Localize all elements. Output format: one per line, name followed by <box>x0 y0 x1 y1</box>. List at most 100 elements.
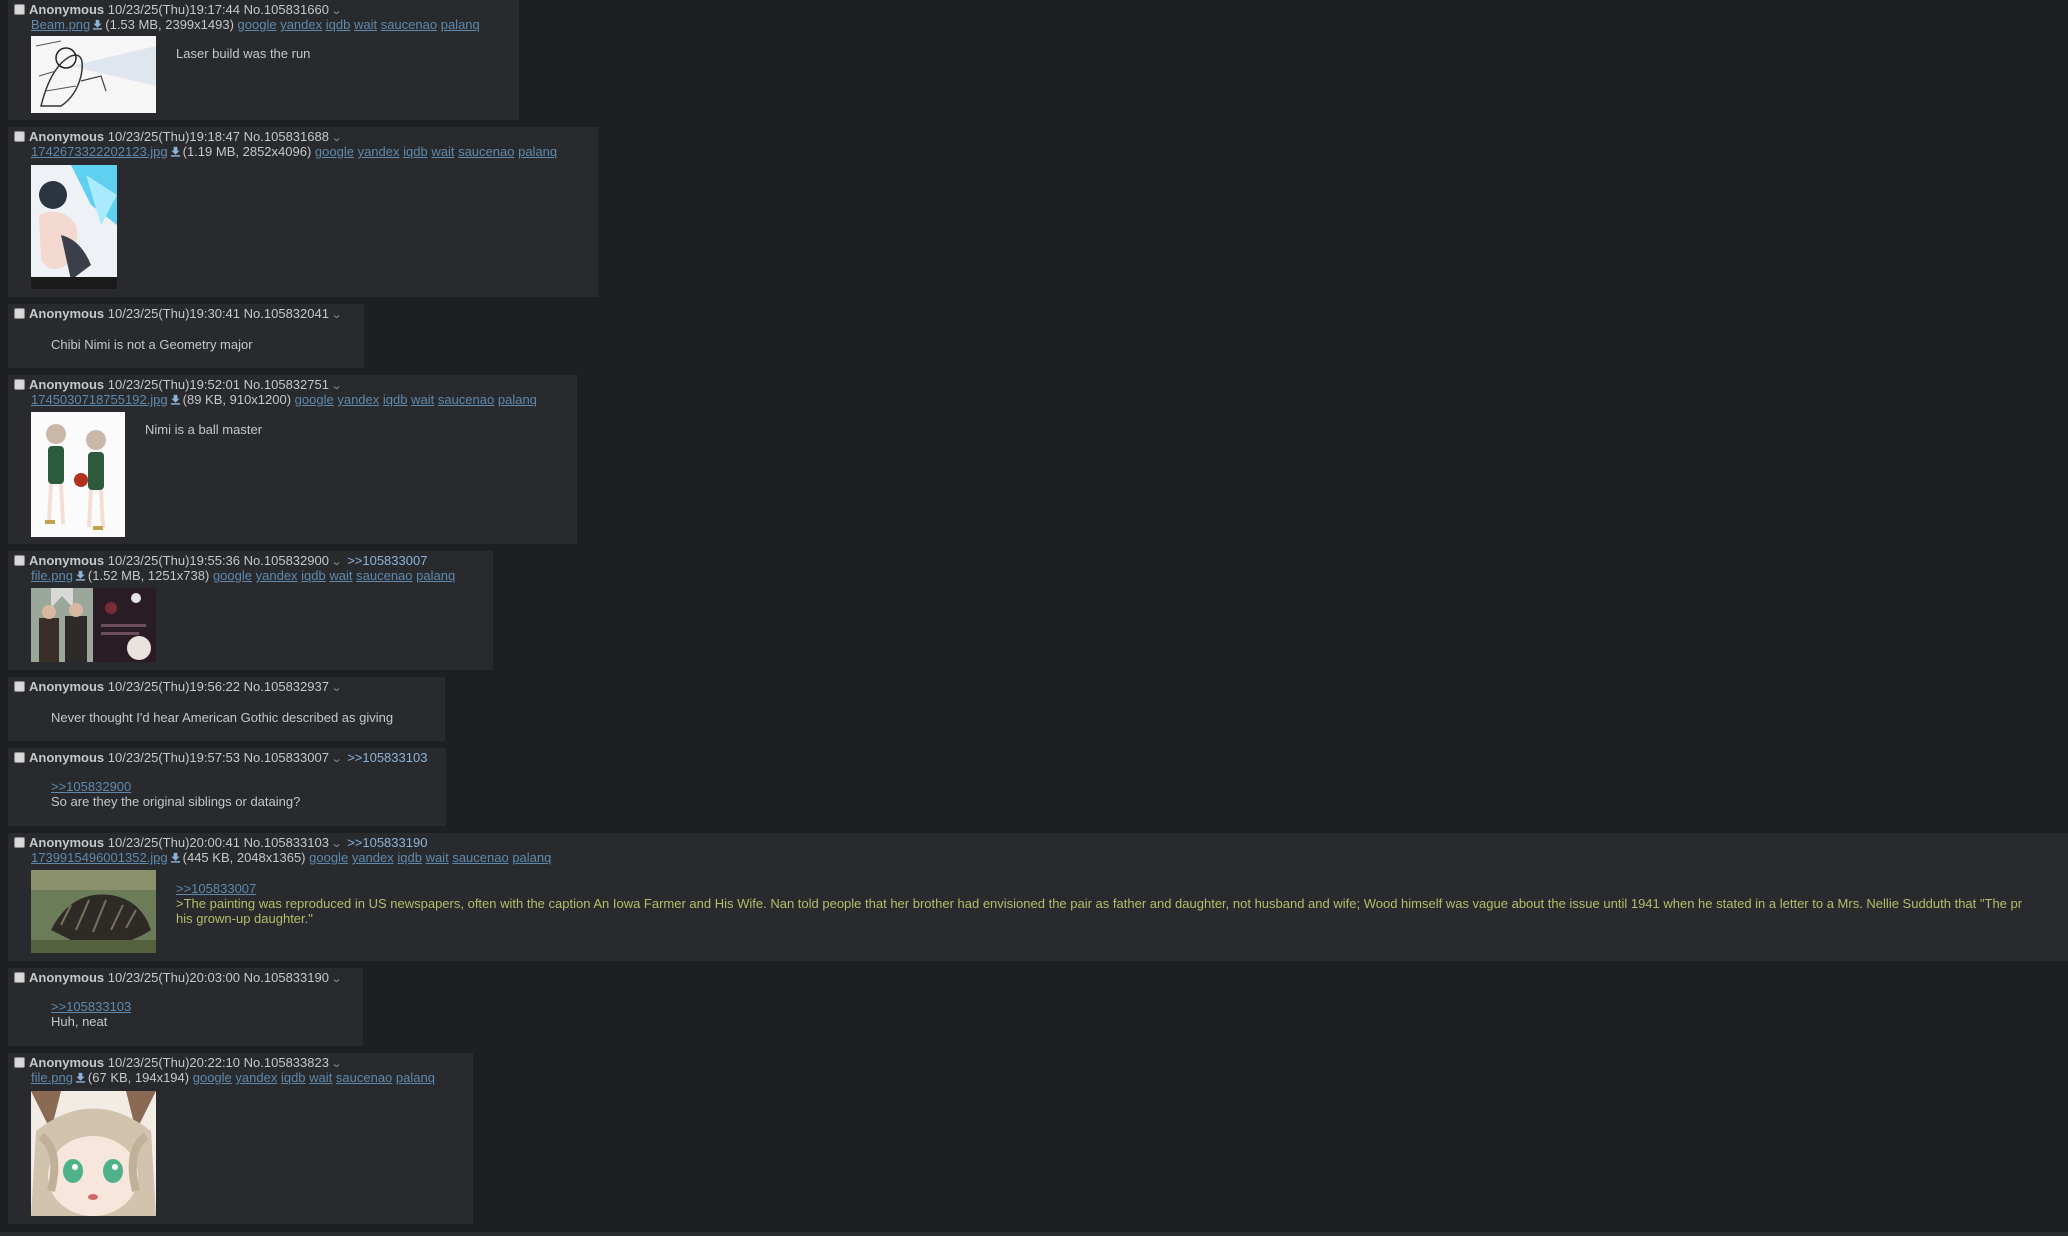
post-menu-chevron-icon[interactable]: ⌄ <box>331 752 343 767</box>
search-link-iqdb[interactable]: iqdb <box>301 568 326 583</box>
search-link-palanq[interactable]: palanq <box>498 392 537 407</box>
search-link-saucenao[interactable]: saucenao <box>438 392 494 407</box>
post-number[interactable]: No.105831660 <box>244 2 329 17</box>
poster-name: Anonymous <box>29 835 105 850</box>
quote-link[interactable]: >>105833007 <box>176 881 2068 896</box>
search-link-saucenao[interactable]: saucenao <box>458 144 514 159</box>
thumbnail-image[interactable] <box>31 412 125 537</box>
thumbnail-image[interactable] <box>31 165 117 289</box>
backlink[interactable]: >>105833007 <box>347 553 427 568</box>
backlink[interactable]: >>105833103 <box>347 750 427 765</box>
search-link-google[interactable]: google <box>315 144 354 159</box>
search-link-google[interactable]: google <box>193 1070 232 1085</box>
post-select-checkbox[interactable] <box>14 555 25 566</box>
greentext-line: >The painting was reproduced in US newsp… <box>176 896 2023 911</box>
file-info: 1739915496001352.jpg (445 KB, 2048x1365) … <box>31 850 551 865</box>
post-select-checkbox[interactable] <box>14 131 25 142</box>
post-datetime: 10/23/25(Thu)20:03:00 <box>107 970 241 985</box>
search-link-yandex[interactable]: yandex <box>256 568 298 583</box>
search-link-palanq[interactable]: palanq <box>441 17 480 32</box>
post-number[interactable]: No.105833007 <box>244 750 329 765</box>
search-link-google[interactable]: google <box>309 850 348 865</box>
post-select-checkbox[interactable] <box>14 308 25 319</box>
download-icon[interactable] <box>170 146 181 157</box>
search-link-wait[interactable]: wait <box>354 17 377 32</box>
post-number[interactable]: No.105833190 <box>244 970 329 985</box>
download-icon[interactable] <box>75 570 86 581</box>
post-select-checkbox[interactable] <box>14 4 25 15</box>
post-info: Anonymous 10/23/25(Thu)19:52:01 No.10583… <box>14 377 345 393</box>
poster-name: Anonymous <box>29 377 105 392</box>
search-link-google[interactable]: google <box>295 392 334 407</box>
file-info: file.png (1.52 MB, 1251x738) google yande… <box>31 568 455 583</box>
download-icon[interactable] <box>170 394 181 405</box>
search-link-iqdb[interactable]: iqdb <box>383 392 408 407</box>
search-link-wait[interactable]: wait <box>426 850 449 865</box>
post-select-checkbox[interactable] <box>14 972 25 983</box>
post-menu-chevron-icon[interactable]: ⌄ <box>331 308 343 323</box>
search-link-yandex[interactable]: yandex <box>352 850 394 865</box>
post-datetime: 10/23/25(Thu)20:00:41 <box>107 835 241 850</box>
post-datetime: 10/23/25(Thu)19:18:47 <box>107 129 241 144</box>
search-link-iqdb[interactable]: iqdb <box>281 1070 306 1085</box>
post-number[interactable]: No.105832041 <box>244 306 329 321</box>
download-icon[interactable] <box>170 852 181 863</box>
post-info: Anonymous 10/23/25(Thu)19:57:53 No.10583… <box>14 750 427 766</box>
search-link-iqdb[interactable]: iqdb <box>403 144 428 159</box>
search-link-saucenao[interactable]: saucenao <box>336 1070 392 1085</box>
search-link-iqdb[interactable]: iqdb <box>326 17 351 32</box>
post-number[interactable]: No.105832937 <box>244 679 329 694</box>
search-link-wait[interactable]: wait <box>431 144 454 159</box>
search-link-yandex[interactable]: yandex <box>337 392 379 407</box>
file-size-dims: (445 KB, 2048x1365) <box>182 850 306 865</box>
post-comment: >>105833007 >The painting was reproduced… <box>176 881 2068 926</box>
search-link-saucenao[interactable]: saucenao <box>381 17 437 32</box>
post-number[interactable]: No.105833103 <box>244 835 329 850</box>
search-link-iqdb[interactable]: iqdb <box>397 850 422 865</box>
file-link[interactable]: Beam.png <box>31 17 90 32</box>
poster-name: Anonymous <box>29 129 105 144</box>
thumbnail-image[interactable] <box>31 36 156 113</box>
quote-link[interactable]: >>105833103 <box>51 999 131 1014</box>
post-number[interactable]: No.105832900 <box>244 553 329 568</box>
search-link-palanq[interactable]: palanq <box>396 1070 435 1085</box>
search-link-yandex[interactable]: yandex <box>235 1070 277 1085</box>
file-link[interactable]: 1742673322202123.jpg <box>31 144 168 159</box>
search-link-palanq[interactable]: palanq <box>518 144 557 159</box>
file-link[interactable]: 1745030718755192.jpg <box>31 392 168 407</box>
thumbnail-image[interactable] <box>31 870 156 953</box>
thumbnail-image[interactable] <box>31 588 156 662</box>
post-select-checkbox[interactable] <box>14 379 25 390</box>
search-link-wait[interactable]: wait <box>309 1070 332 1085</box>
post-menu-chevron-icon[interactable]: ⌄ <box>331 681 343 696</box>
post-select-checkbox[interactable] <box>14 837 25 848</box>
quote-link[interactable]: >>105832900 <box>51 779 300 794</box>
search-link-yandex[interactable]: yandex <box>358 144 400 159</box>
post-select-checkbox[interactable] <box>14 1057 25 1068</box>
post-number[interactable]: No.105831688 <box>244 129 329 144</box>
download-icon[interactable] <box>92 19 103 30</box>
search-link-yandex[interactable]: yandex <box>280 17 322 32</box>
search-link-google[interactable]: google <box>238 17 277 32</box>
post-select-checkbox[interactable] <box>14 752 25 763</box>
file-link[interactable]: 1739915496001352.jpg <box>31 850 168 865</box>
file-link[interactable]: file.png <box>31 568 73 583</box>
thumbnail-image[interactable] <box>31 1091 156 1216</box>
file-link[interactable]: file.png <box>31 1070 73 1085</box>
post-number[interactable]: No.105833823 <box>244 1055 329 1070</box>
search-link-palanq[interactable]: palanq <box>512 850 551 865</box>
search-link-palanq[interactable]: palanq <box>416 568 455 583</box>
download-icon[interactable] <box>75 1072 86 1083</box>
post-menu-chevron-icon[interactable]: ⌄ <box>331 972 343 987</box>
post-comment: Never thought I'd hear American Gothic d… <box>51 710 394 725</box>
page-bottom-divider <box>0 1232 2068 1236</box>
search-link-wait[interactable]: wait <box>329 568 352 583</box>
post-number[interactable]: No.105832751 <box>244 377 329 392</box>
search-link-wait[interactable]: wait <box>411 392 434 407</box>
search-link-google[interactable]: google <box>213 568 252 583</box>
post-select-checkbox[interactable] <box>14 681 25 692</box>
search-link-saucenao[interactable]: saucenao <box>356 568 412 583</box>
post-info: Anonymous 10/23/25(Thu)20:03:00 No.10583… <box>14 970 345 986</box>
search-link-saucenao[interactable]: saucenao <box>452 850 508 865</box>
backlink[interactable]: >>105833190 <box>347 835 427 850</box>
